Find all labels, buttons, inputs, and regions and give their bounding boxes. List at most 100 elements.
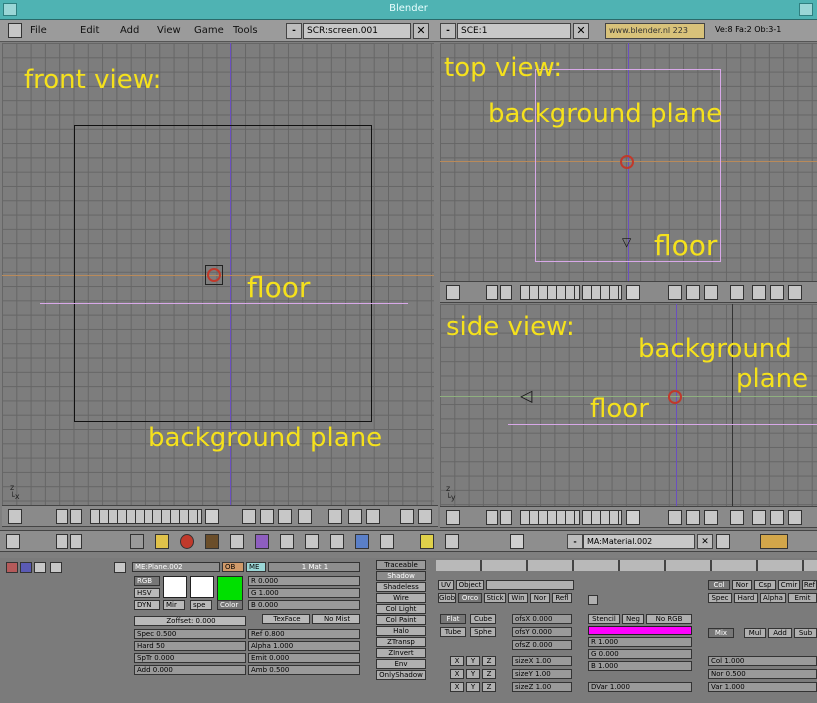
var-slider[interactable]: Var 1.000 [708,682,817,692]
map-stick-button[interactable]: Stick [484,593,506,603]
cube-button[interactable]: Cube [470,614,496,624]
sizey-field[interactable]: sizeY 1.00 [512,669,572,679]
col-slider[interactable]: Col 1.000 [708,656,817,666]
dyn-button[interactable]: DYN [134,600,160,610]
mapto-spec-button[interactable]: Spec [708,593,732,603]
texture-color-swatch[interactable] [588,626,692,635]
ofsz-field[interactable]: ofsZ 0.000 [512,640,572,650]
realtime-buttons-icon[interactable] [255,534,269,549]
perspective-icon[interactable] [730,285,744,300]
mapto-csp-button[interactable]: Csp [754,580,776,590]
lock-icon[interactable] [626,285,640,300]
mapto-cmir-button[interactable]: Cmir [778,580,800,590]
view-type-icon[interactable] [8,509,22,524]
g-slider[interactable]: G 1.000 [248,588,360,598]
fullscreen-icon[interactable] [486,510,498,525]
scene-delete-button[interactable]: ✕ [573,23,589,39]
view-front-icon[interactable] [242,509,256,524]
ofsx-field[interactable]: ofsX 0.000 [512,614,572,624]
layer-buttons[interactable] [520,285,580,300]
col-paint-toggle[interactable]: Col Paint [376,615,426,625]
halo-toggle[interactable]: Halo [376,626,426,636]
stencil-button[interactable]: Stencil [588,614,620,624]
traceable-toggle[interactable]: Traceable [376,560,426,570]
home-icon[interactable] [500,285,512,300]
fullscreen-icon[interactable] [56,509,68,524]
color-button[interactable]: Color [217,600,243,610]
view-buttons-icon[interactable] [130,534,144,549]
proj-x-2[interactable]: X [450,669,464,679]
proj-x-3[interactable]: X [450,682,464,692]
preview-icon-1[interactable] [6,562,18,573]
draw-mode-icon[interactable] [788,510,802,525]
hard-slider[interactable]: Hard 50 [134,641,246,651]
texture-buttons-icon[interactable] [205,534,219,549]
layer-buttons[interactable] [90,509,160,524]
radiosity-buttons-icon[interactable] [355,534,369,549]
animation-buttons-icon[interactable] [230,534,244,549]
menu-add[interactable]: Add [120,25,139,36]
proj-z-2[interactable]: Z [482,669,496,679]
layer-buttons-2[interactable] [152,509,202,524]
amb-slider[interactable]: Amb 0.500 [248,665,360,675]
sptr-slider[interactable]: SpTr 0.000 [134,653,246,663]
map-win-button[interactable]: Win [508,593,528,603]
scene-name-field[interactable]: SCE:1 [457,23,571,39]
tex-g-slider[interactable]: G 0.000 [588,649,692,659]
r-slider[interactable]: R 0.000 [248,576,360,586]
add-slider[interactable]: Add 0.000 [134,665,246,675]
view-type-icon[interactable] [6,534,20,549]
pan-icon[interactable] [752,510,766,525]
top-viewport[interactable]: top view: background plane ▽ floor [440,43,817,281]
fullscreen-icon[interactable] [486,285,498,300]
dvar-slider[interactable]: DVar 1.000 [588,682,692,692]
preview-icon-3[interactable] [34,562,46,573]
mapto-col-button[interactable]: Col [708,580,730,590]
material-index-field[interactable]: 1 Mat 1 [268,562,360,572]
tex-r-slider[interactable]: R 1.000 [588,637,692,647]
display-buttons-icon[interactable] [445,534,459,549]
mapto-ref-button[interactable]: Ref [802,580,817,590]
preview-icon-2[interactable] [20,562,32,573]
screen-delete-button[interactable]: ✕ [413,23,429,39]
view-side-icon[interactable] [704,285,718,300]
alpha-slider[interactable]: Alpha 1.000 [248,641,360,651]
mir-button[interactable]: Mir [163,600,185,610]
env-toggle[interactable]: Env [376,659,426,669]
material-browse-button[interactable]: - [567,534,583,549]
onlyshadow-toggle[interactable]: OnlyShadow [376,670,426,680]
edit-buttons-icon[interactable] [280,534,294,549]
view-type-icon[interactable] [446,510,460,525]
ztransp-toggle[interactable]: ZTransp [376,637,426,647]
mapto-nor-button[interactable]: Nor [732,580,752,590]
window-type-icon[interactable] [8,23,22,38]
menu-view[interactable]: View [157,25,181,36]
menu-game[interactable]: Game [194,25,224,36]
view-front-icon[interactable] [668,510,682,525]
map-orco-button[interactable]: Orco [458,593,482,603]
menu-file[interactable]: File [30,25,47,36]
shadeless-toggle[interactable]: Shadeless [376,582,426,592]
zoom-icon[interactable] [366,509,380,524]
mirror-color-swatch[interactable] [163,576,187,598]
screen-browse-button[interactable]: - [286,23,302,39]
map-uv-button[interactable]: UV [438,580,454,590]
spec-color-swatch[interactable] [190,576,214,598]
zoom-icon[interactable] [770,510,784,525]
blend-sub-button[interactable]: Sub [794,628,817,638]
ofsy-field[interactable]: ofsY 0.000 [512,627,572,637]
view-camera-icon[interactable] [298,509,312,524]
me-button[interactable]: ME [246,562,266,572]
menu-edit[interactable]: Edit [80,25,99,36]
map-nor-button[interactable]: Nor [530,593,550,603]
blend-add-button[interactable]: Add [768,628,792,638]
view-side-icon[interactable] [704,510,718,525]
mapto-hard-button[interactable]: Hard [734,593,758,603]
preview-toggle-icon[interactable] [760,534,788,549]
map-glob-button[interactable]: Glob [438,593,456,603]
material-auto-icon[interactable] [716,534,730,549]
proj-y-3[interactable]: Y [466,682,480,692]
mapto-alpha-button[interactable]: Alpha [760,593,786,603]
view-top-icon[interactable] [260,509,274,524]
texture-channel-buttons[interactable] [436,560,817,571]
